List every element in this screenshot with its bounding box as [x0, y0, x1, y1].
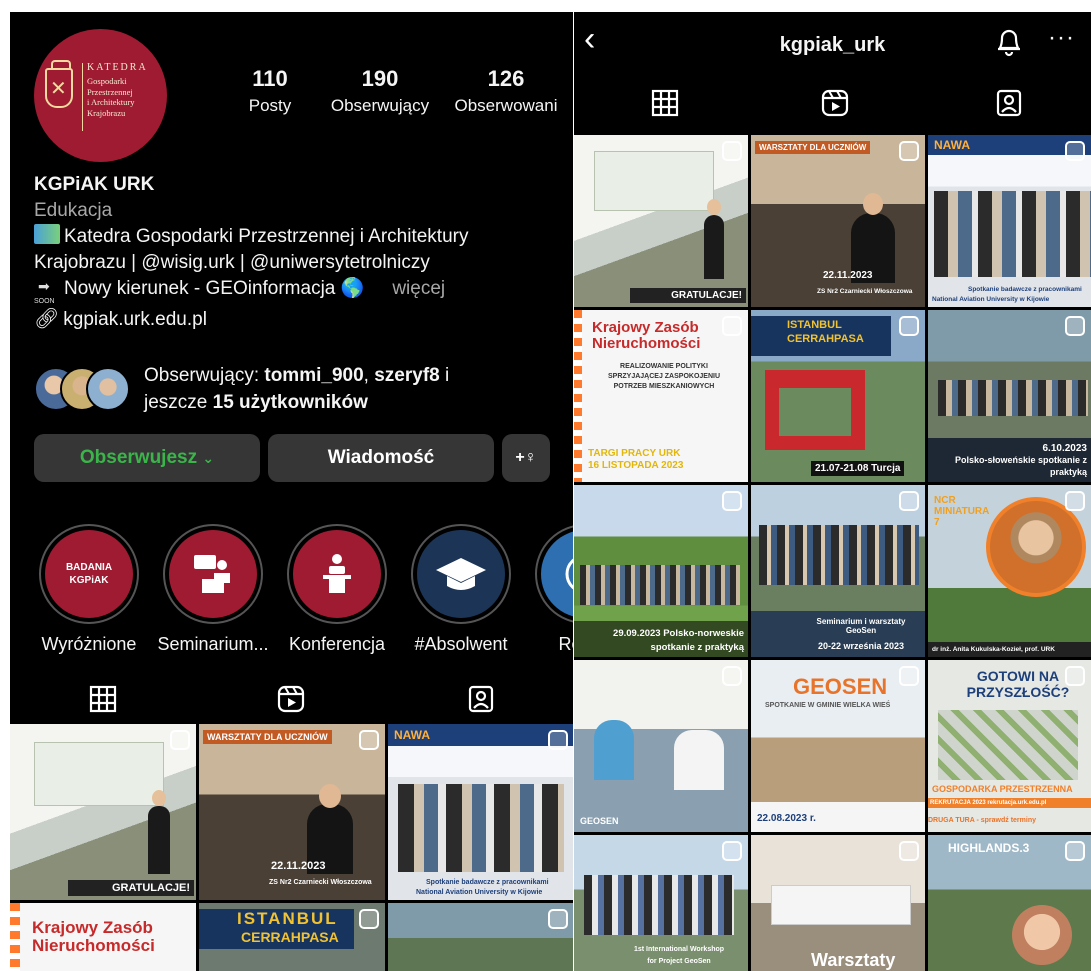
post-tile[interactable]: WARSZTATY DLA UCZNIÓW 22.11.2023 ZS Nr2 … — [199, 724, 385, 900]
post-tile[interactable]: ISTANBUL CERRAHPASA 21.07-21.08 Turcja — [751, 310, 925, 482]
stat-following[interactable]: 126 Obserwowani — [446, 66, 566, 116]
story-highlights: BADANIA KGPiAK Wyróżnione Seminarium... — [28, 524, 573, 654]
post-tile[interactable]: ISTANBUL CERRAHPASA — [199, 903, 385, 971]
post-tile[interactable] — [388, 903, 573, 971]
profile-category: Edukacja — [34, 200, 113, 221]
highlight-konferencja[interactable]: Konferencja — [276, 524, 398, 655]
bell-icon[interactable] — [994, 24, 1024, 58]
post-tile[interactable]: 1st International Workshop for Project G… — [574, 835, 748, 971]
stat-posts[interactable]: 110 Posty — [240, 66, 300, 116]
post-tile[interactable]: GEOSEN — [574, 660, 748, 832]
reel-icon — [722, 666, 742, 686]
profile-avatar[interactable]: KATEDRA Gospodarki Przestrzennej i Archi… — [34, 29, 167, 162]
highlight-wyroznione[interactable]: BADANIA KGPiAK Wyróżnione — [28, 524, 150, 655]
user-circle-icon — [565, 558, 573, 590]
carousel-icon — [548, 909, 568, 929]
tagged-tab-icon[interactable] — [466, 684, 496, 714]
carousel-icon — [359, 730, 379, 750]
post-tile[interactable]: GRATULACJE! — [574, 135, 748, 307]
soon-arrow-icon — [34, 273, 60, 315]
post-tile[interactable]: NAWA Spotkanie badawcze z pracownikami N… — [388, 724, 573, 900]
grid-tab-icon[interactable] — [88, 684, 118, 714]
more-options-icon[interactable]: ··· — [1048, 24, 1075, 52]
message-button[interactable]: Wiadomość — [268, 434, 494, 482]
top-bar: ‹ kgpiak_urk ··· — [574, 12, 1091, 76]
profile-tabs — [574, 88, 1091, 132]
post-tile[interactable]: GEOSEN SPOTKANIE W GMINIE WIELKA WIEŚ 22… — [751, 660, 925, 832]
post-tile[interactable]: GRATULACJE! — [10, 724, 196, 900]
crest-icon — [45, 60, 73, 108]
graduation-cap-icon — [436, 558, 486, 590]
post-tile[interactable]: Krajowy Zasób Nieruchomości REALIZOWANIE… — [574, 310, 748, 482]
post-tile[interactable]: HIGHLANDS.3 — [928, 835, 1091, 971]
carousel-icon — [1065, 841, 1085, 861]
following-button[interactable]: Obserwujesz ⌄ — [34, 434, 260, 482]
carousel-icon — [899, 491, 919, 511]
carousel-icon — [899, 141, 919, 161]
avatar-title: KATEDRA — [87, 62, 148, 73]
post-tile[interactable]: NCR MINIATURA 7 dr inż. Anita Kukulska-K… — [928, 485, 1091, 657]
presenter-icon — [194, 555, 230, 593]
post-tile[interactable]: GOTOWI NA PRZYSZŁOŚĆ? GOSPODARKA PRZESTR… — [928, 660, 1091, 832]
tagged-tab-icon[interactable] — [994, 88, 1024, 118]
post-tile[interactable]: Warsztaty — [751, 835, 925, 971]
profile-panel-right: ‹ kgpiak_urk ··· GRATULACJE! WARSZTATY D… — [574, 12, 1091, 971]
mutual-avatars — [34, 367, 134, 413]
post-tile[interactable]: 6.10.2023 Polsko-słoweńskie spotkanie z … — [928, 310, 1091, 482]
carousel-icon — [722, 141, 742, 161]
reels-tab-icon[interactable] — [820, 88, 850, 118]
add-user-button[interactable]: +♀ — [502, 434, 550, 482]
avatar-lines: Gospodarki Przestrzennej i Architektury … — [87, 76, 135, 118]
carousel-icon — [1065, 666, 1085, 686]
carousel-icon — [899, 666, 919, 686]
carousel-icon — [359, 909, 379, 929]
profile-panel-left: KATEDRA Gospodarki Przestrzennej i Archi… — [10, 12, 573, 971]
bio-line-3: Nowy kierunek - GEOinformacja 🌎więcej — [34, 273, 564, 315]
post-tile[interactable]: 29.09.2023 Polsko-norweskie spotkanie z … — [574, 485, 748, 657]
add-user-icon: +♀ — [515, 449, 537, 466]
carousel-icon — [722, 841, 742, 861]
profile-tabs — [10, 680, 573, 724]
post-tile[interactable]: NAWA Spotkanie badawcze z pracownikami N… — [928, 135, 1091, 307]
avatar — [86, 367, 130, 411]
highlight-absolwent[interactable]: #Absolwent — [400, 524, 522, 655]
post-tile[interactable]: Seminarium i warsztaty GeoSen 20-22 wrze… — [751, 485, 925, 657]
carousel-icon — [1065, 316, 1085, 336]
carousel-icon — [899, 841, 919, 861]
carousel-icon — [1065, 491, 1085, 511]
carousel-icon — [722, 491, 742, 511]
stat-followers[interactable]: 190 Obserwujący — [324, 66, 436, 116]
chevron-down-icon: ⌄ — [202, 449, 215, 466]
bio-line-1: Katedra Gospodarki Przestrzennej i Archi… — [34, 224, 564, 250]
map-emoji-icon — [34, 224, 60, 244]
bio-website[interactable]: 🔗︎ kgpiak.urk.edu.pl — [34, 306, 564, 333]
reels-tab-icon[interactable] — [276, 684, 306, 714]
podium-icon — [323, 554, 351, 593]
profile-name: KGPiAK URK — [34, 174, 155, 195]
highlight-seminarium[interactable]: Seminarium... — [152, 524, 274, 655]
carousel-icon — [548, 730, 568, 750]
carousel-icon — [899, 316, 919, 336]
post-tile[interactable]: WARSZTATY DLA UCZNIÓW 22.11.2023 ZS Nr2 … — [751, 135, 925, 307]
carousel-icon — [170, 730, 190, 750]
highlight-rekrut[interactable]: Rekrut — [524, 524, 573, 655]
bio-more-link[interactable]: więcej — [392, 278, 445, 299]
grid-tab-icon[interactable] — [650, 88, 680, 118]
bio-line-2: Krajobrazu | @wisig.urk | @uniwersytetro… — [34, 252, 430, 273]
post-tile[interactable]: Krajowy Zasób Nieruchomości — [10, 903, 196, 971]
profile-bio: KGPiAK URK Edukacja Katedra Gospodarki P… — [34, 172, 564, 333]
carousel-icon — [1065, 141, 1085, 161]
carousel-icon — [722, 316, 742, 336]
